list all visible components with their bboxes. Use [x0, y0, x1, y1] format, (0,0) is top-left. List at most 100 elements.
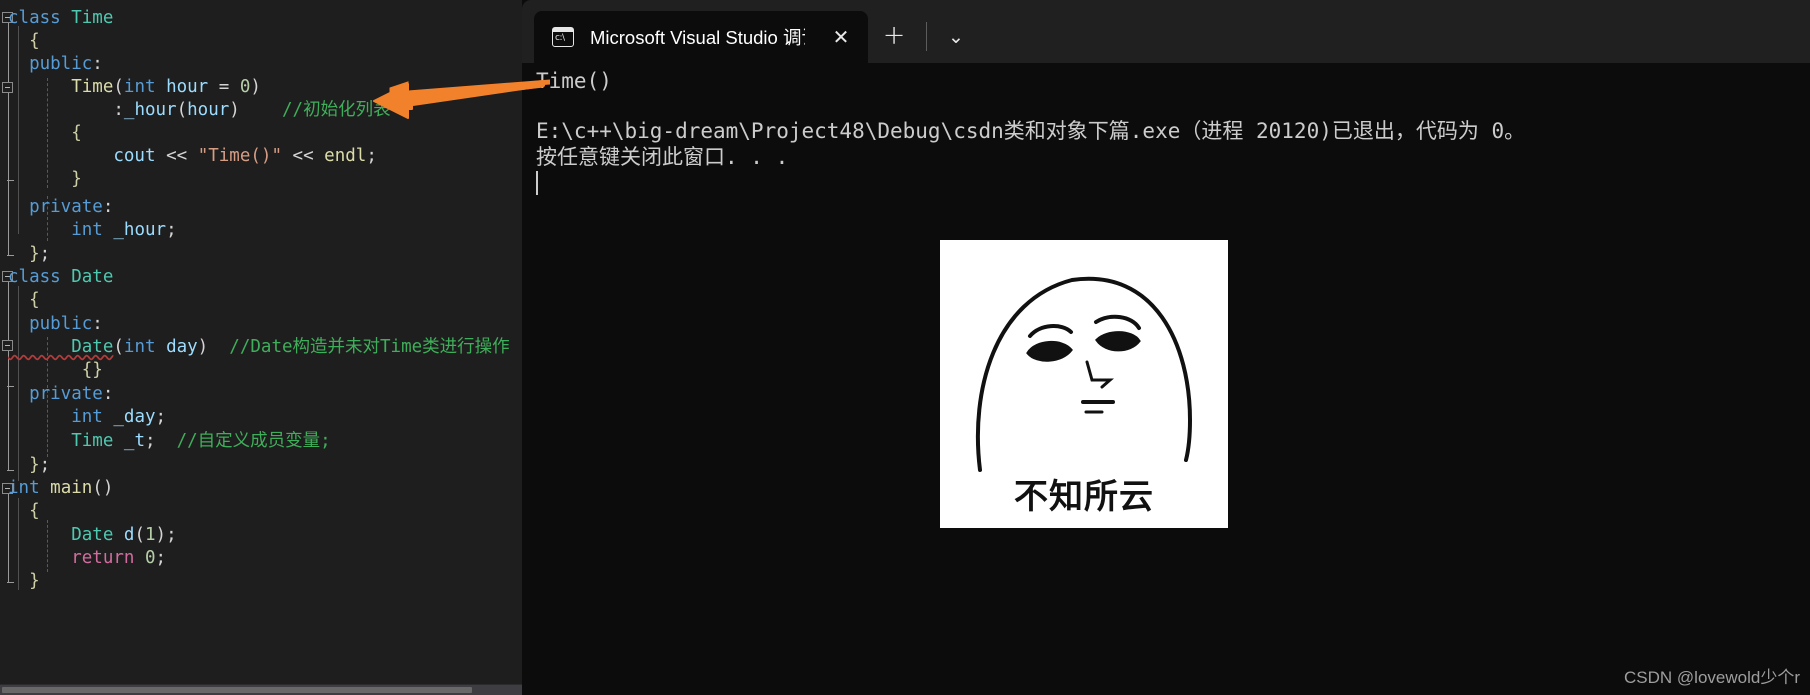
- token-punct: (: [134, 525, 145, 545]
- code-line[interactable]: };: [0, 243, 522, 266]
- new-tab-icon[interactable]: +: [880, 22, 908, 51]
- token-variable: hour: [187, 100, 230, 120]
- token-punct: ): [197, 337, 209, 357]
- terminal-tab-title: Microsoft Visual Studio 调试控: [590, 27, 805, 48]
- token-keyword: int: [123, 337, 156, 357]
- token-number: 0: [144, 548, 156, 568]
- terminal-press-key-message: 按任意键关闭此窗口. . .: [536, 145, 789, 169]
- token-brace: }: [8, 455, 40, 475]
- token-function: endl: [324, 146, 367, 166]
- token-brace: }: [8, 169, 82, 189]
- code-line[interactable]: return 0;: [0, 547, 522, 570]
- token-number: 1: [145, 525, 156, 545]
- token-keyword: private: [8, 384, 103, 404]
- token-type: Time: [8, 431, 114, 451]
- token-punct: (: [176, 100, 188, 120]
- token-punct: ;: [166, 220, 177, 240]
- token-punct: ): [229, 100, 240, 120]
- token-variable: day: [166, 337, 198, 357]
- editor-horizontal-scrollbar[interactable]: [0, 684, 522, 695]
- token-keyword: int: [123, 77, 156, 97]
- token-punct: <<: [292, 146, 314, 166]
- code-line[interactable]: class Time: [0, 7, 522, 30]
- code-line[interactable]: Time(int hour = 0): [0, 76, 522, 99]
- token-brace: {: [8, 31, 40, 51]
- code-line[interactable]: private:: [0, 383, 522, 406]
- code-line[interactable]: {: [0, 122, 522, 145]
- code-line[interactable]: Time _t; //自定义成员变量;: [0, 430, 522, 453]
- scrollbar-thumb[interactable]: [2, 687, 472, 693]
- token-keyword: int: [8, 220, 103, 240]
- terminal-program-output: Time(): [536, 69, 612, 93]
- code-line[interactable]: cout << "Time()" << endl;: [0, 145, 522, 168]
- token-punct: ;: [144, 431, 156, 451]
- code-line[interactable]: Date(int day) //Date构造并未对Time类进行操作: [0, 336, 522, 359]
- code-line[interactable]: public:: [0, 313, 522, 336]
- close-icon[interactable]: ✕: [830, 26, 852, 48]
- code-line[interactable]: }: [0, 570, 522, 593]
- token-control: return: [8, 548, 135, 568]
- code-line[interactable]: class Date: [0, 266, 522, 289]
- token-punct: (: [113, 337, 124, 357]
- code-line[interactable]: int main(): [0, 477, 522, 500]
- code-line[interactable]: public:: [0, 53, 522, 76]
- chevron-down-icon[interactable]: ⌄: [942, 24, 970, 52]
- token-keyword: private: [8, 197, 103, 217]
- token-variable: hour: [166, 77, 209, 97]
- code-line[interactable]: :_hour(hour) //初始化列表: [0, 99, 522, 122]
- meme-caption: 不知所云: [1014, 477, 1154, 517]
- console-cs-icon: c:\: [552, 27, 574, 47]
- token-variable: d: [123, 525, 135, 545]
- code-line[interactable]: {: [0, 289, 522, 312]
- code-line[interactable]: int _hour;: [0, 219, 522, 242]
- token-keyword: class: [8, 8, 61, 28]
- token-brace: {: [8, 501, 40, 521]
- token-punct: (): [92, 478, 114, 498]
- code-line[interactable]: private:: [0, 196, 522, 219]
- token-punct: <<: [166, 146, 188, 166]
- token-keyword: public: [8, 314, 93, 334]
- code-line[interactable]: {: [0, 500, 522, 523]
- code-editor-pane[interactable]: class Time { public: Time(int hour = 0) …: [0, 0, 522, 695]
- meme-image: 不知所云: [940, 240, 1228, 528]
- token-keyword: int: [8, 478, 40, 498]
- terminal-tab[interactable]: c:\ Microsoft Visual Studio 调试控 ✕: [534, 11, 868, 63]
- code-line[interactable]: {: [0, 30, 522, 53]
- token-brace: {: [8, 290, 40, 310]
- token-brace: {}: [8, 360, 103, 380]
- token-variable: cout: [8, 146, 156, 166]
- token-function: Time: [8, 77, 114, 97]
- token-punct: ;: [155, 548, 167, 568]
- token-punct: ;: [39, 455, 51, 475]
- terminal-output-area[interactable]: Time() E:\c++\big-dream\Project48\Debug\…: [522, 63, 1810, 695]
- toolbar-divider: [926, 22, 927, 51]
- token-variable: _t: [123, 431, 145, 451]
- token-brace: }: [8, 571, 40, 591]
- token-keyword: int: [8, 407, 103, 427]
- token-keyword: class: [8, 267, 61, 287]
- token-punct: ): [250, 77, 261, 97]
- token-type: Date: [8, 337, 114, 357]
- token-variable: _hour: [123, 100, 177, 120]
- token-type: Time: [71, 8, 114, 28]
- comment-member-var: //自定义成员变量;: [176, 431, 331, 451]
- token-type: Date: [71, 267, 114, 287]
- token-brace: }: [8, 244, 40, 264]
- terminal-caret: [536, 171, 538, 195]
- token-variable: _day: [113, 407, 156, 427]
- token-punct: );: [155, 525, 177, 545]
- csdn-watermark: CSDN @lovewold少个r: [1624, 668, 1800, 687]
- code-line[interactable]: int _day;: [0, 406, 522, 429]
- token-type: Date: [8, 525, 114, 545]
- debug-console-window[interactable]: c:\ Microsoft Visual Studio 调试控 ✕ + ⌄ Ti…: [522, 0, 1810, 695]
- code-line[interactable]: {}: [0, 359, 522, 382]
- code-line[interactable]: Date d(1);: [0, 524, 522, 547]
- code-editor-content[interactable]: class Time { public: Time(int hour = 0) …: [0, 0, 522, 685]
- terminal-titlebar[interactable]: c:\ Microsoft Visual Studio 调试控 ✕ + ⌄: [522, 0, 1810, 63]
- token-variable: _hour: [113, 220, 167, 240]
- token-punct: :: [8, 100, 124, 120]
- code-line[interactable]: };: [0, 454, 522, 477]
- code-line[interactable]: }: [0, 168, 522, 191]
- token-punct: ;: [366, 146, 377, 166]
- token-string: "Time()": [197, 146, 282, 166]
